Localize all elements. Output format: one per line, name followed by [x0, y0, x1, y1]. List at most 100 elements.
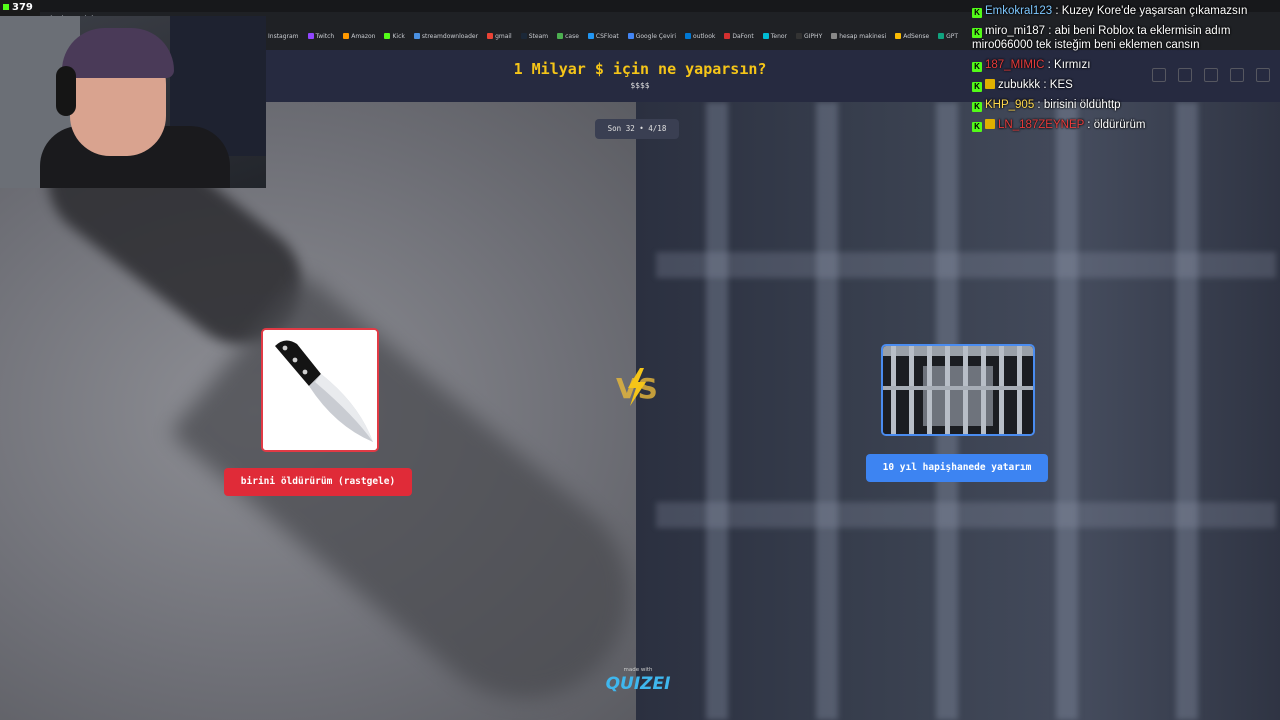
bookmark-item[interactable]: Twitch	[307, 33, 335, 45]
chat-separator: :	[1040, 79, 1050, 91]
chat-message: Kmiro_mi187 : abi beni Roblox ta eklermi…	[972, 24, 1278, 52]
bookmark-item[interactable]: Steam	[520, 33, 549, 45]
bookmark-item[interactable]: DaFont	[724, 33, 754, 45]
bookmark-label: Kick	[392, 33, 405, 40]
jail-cell-icon	[883, 346, 1033, 434]
bookmark-icon	[384, 33, 391, 39]
bookmark-label: gmail	[495, 33, 512, 40]
bookmark-icon	[413, 33, 420, 39]
knife-icon	[263, 330, 377, 450]
bookmark-label: AdSense	[903, 33, 930, 40]
chat-text: öldürürüm	[1093, 119, 1146, 131]
chat-message: Kzubukkk : KES	[972, 78, 1278, 92]
bookmark-item[interactable]: Amazon	[343, 33, 375, 45]
bookmark-item[interactable]: case	[557, 33, 579, 45]
bookmark-label: Amazon	[351, 33, 376, 40]
left-choice-button[interactable]: birini öldürürüm (rastgele)	[224, 468, 412, 496]
bookmark-label: Instagram	[268, 33, 299, 40]
chat-text: birisini öldühttp	[1043, 99, 1121, 111]
right-choice-button[interactable]: 10 yıl hapişhanede yatarım	[866, 454, 1048, 482]
bookmark-label: Tenor	[770, 33, 788, 40]
kick-platform-icon: K	[972, 122, 982, 132]
jail-bar	[1176, 102, 1198, 720]
chat-username[interactable]: zubukkk	[998, 79, 1040, 91]
bookmark-icon	[724, 33, 731, 39]
jail-bar	[816, 102, 838, 720]
chat-overlay: K Emkokral123 : Kuzey Kore'de yaşarsan çı…	[972, 4, 1278, 138]
bookmark-item[interactable]: hesap makinesi	[831, 33, 886, 45]
kick-platform-icon: K	[972, 28, 982, 38]
chat-separator: :	[1045, 25, 1055, 37]
bookmark-icon	[520, 33, 527, 39]
round-indicator: Son 32 • 4/18	[595, 119, 679, 139]
bookmark-item[interactable]: outlook	[685, 33, 715, 45]
bookmark-label: outlook	[693, 33, 716, 40]
chat-message: K KHP_905 : birisini öldühttp	[972, 98, 1278, 112]
bookmark-item[interactable]: Google Çeviri	[627, 33, 677, 45]
webcam-overlay	[0, 16, 266, 188]
chat-message: K Emkokral123 : Kuzey Kore'de yaşarsan çı…	[972, 4, 1278, 18]
bookmark-icon	[487, 33, 494, 39]
chat-username[interactable]: LN_187ZEYNEP	[998, 119, 1084, 131]
bookmark-icon	[627, 33, 634, 39]
live-dot-icon	[3, 4, 9, 10]
bookmark-item[interactable]: CSFloat	[587, 33, 619, 45]
subscriber-badge-icon	[985, 79, 995, 89]
chat-username[interactable]: KHP_905	[985, 99, 1034, 111]
bookmark-label: GIPHY	[804, 33, 823, 40]
kick-platform-icon: K	[972, 82, 982, 92]
made-with-label: made with	[623, 667, 653, 673]
right-choice-image[interactable]	[881, 344, 1035, 436]
bookmark-item[interactable]: GPT	[938, 33, 958, 45]
chat-separator: :	[1052, 5, 1062, 17]
jail-bar	[706, 102, 728, 720]
chat-message: K LN_187ZEYNEP : öldürürüm	[972, 118, 1278, 132]
headset-icon	[56, 66, 76, 116]
chat-text: Kırmızı	[1054, 59, 1091, 71]
jail-crossbar	[656, 502, 1276, 528]
bookmark-item[interactable]: gmail	[487, 33, 512, 45]
vs-lightning-icon: VS	[616, 368, 658, 406]
bookmark-icon	[938, 33, 945, 39]
bookmark-item[interactable]: GIPHY	[796, 33, 822, 45]
bookmark-icon	[895, 33, 902, 39]
bookmark-icon	[796, 33, 803, 39]
bookmark-icon	[685, 33, 692, 39]
quizei-logo[interactable]: QUIZEI	[600, 674, 676, 694]
chat-username[interactable]: 187_MIMIC	[985, 59, 1044, 71]
chat-separator: :	[1044, 59, 1055, 71]
jail-bar	[1056, 102, 1078, 720]
viewer-count-value: 379	[12, 2, 33, 13]
chat-username[interactable]: Emkokral123	[985, 5, 1052, 17]
bookmark-label: CSFloat	[595, 33, 619, 40]
bookmark-label: Twitch	[315, 33, 335, 40]
streamer-hair	[62, 28, 174, 78]
kick-platform-icon: K	[972, 62, 982, 72]
left-choice-image[interactable]	[261, 328, 379, 452]
bookmark-icon	[587, 33, 594, 39]
bookmark-item[interactable]: Kick	[384, 33, 405, 45]
bookmark-item[interactable]: AdSense	[895, 33, 929, 45]
chat-text: KES	[1049, 79, 1073, 91]
bookmark-icon	[343, 33, 350, 39]
chat-separator: :	[1084, 119, 1094, 131]
bookmarks-bar: Instagram Twitch Amazon Kick streamdownloade…	[260, 33, 958, 45]
bookmark-icon	[831, 33, 838, 39]
bookmark-icon	[557, 33, 564, 39]
bookmark-icon	[307, 33, 314, 39]
chat-text: Kuzey Kore'de yaşarsan çıkamazsın	[1061, 5, 1248, 17]
bookmark-item[interactable]: streamdownloader	[413, 33, 478, 45]
chat-message: K 187_MIMIC : Kırmızı	[972, 58, 1278, 72]
bookmark-label: GPT	[946, 33, 959, 40]
bookmark-item[interactable]: Tenor	[762, 33, 788, 45]
bookmark-icon	[762, 33, 769, 39]
bookmark-label: hesap makinesi	[839, 33, 887, 40]
chat-separator: :	[1034, 99, 1044, 111]
bookmark-label: Steam	[528, 33, 549, 40]
chat-username[interactable]: miro_mi187	[985, 25, 1045, 37]
bookmark-label: case	[565, 33, 579, 40]
bookmark-label: DaFont	[732, 33, 754, 40]
jail-crossbar	[656, 252, 1276, 278]
bookmark-label: Google Çeviri	[635, 33, 677, 40]
kick-platform-icon: K	[972, 8, 982, 18]
